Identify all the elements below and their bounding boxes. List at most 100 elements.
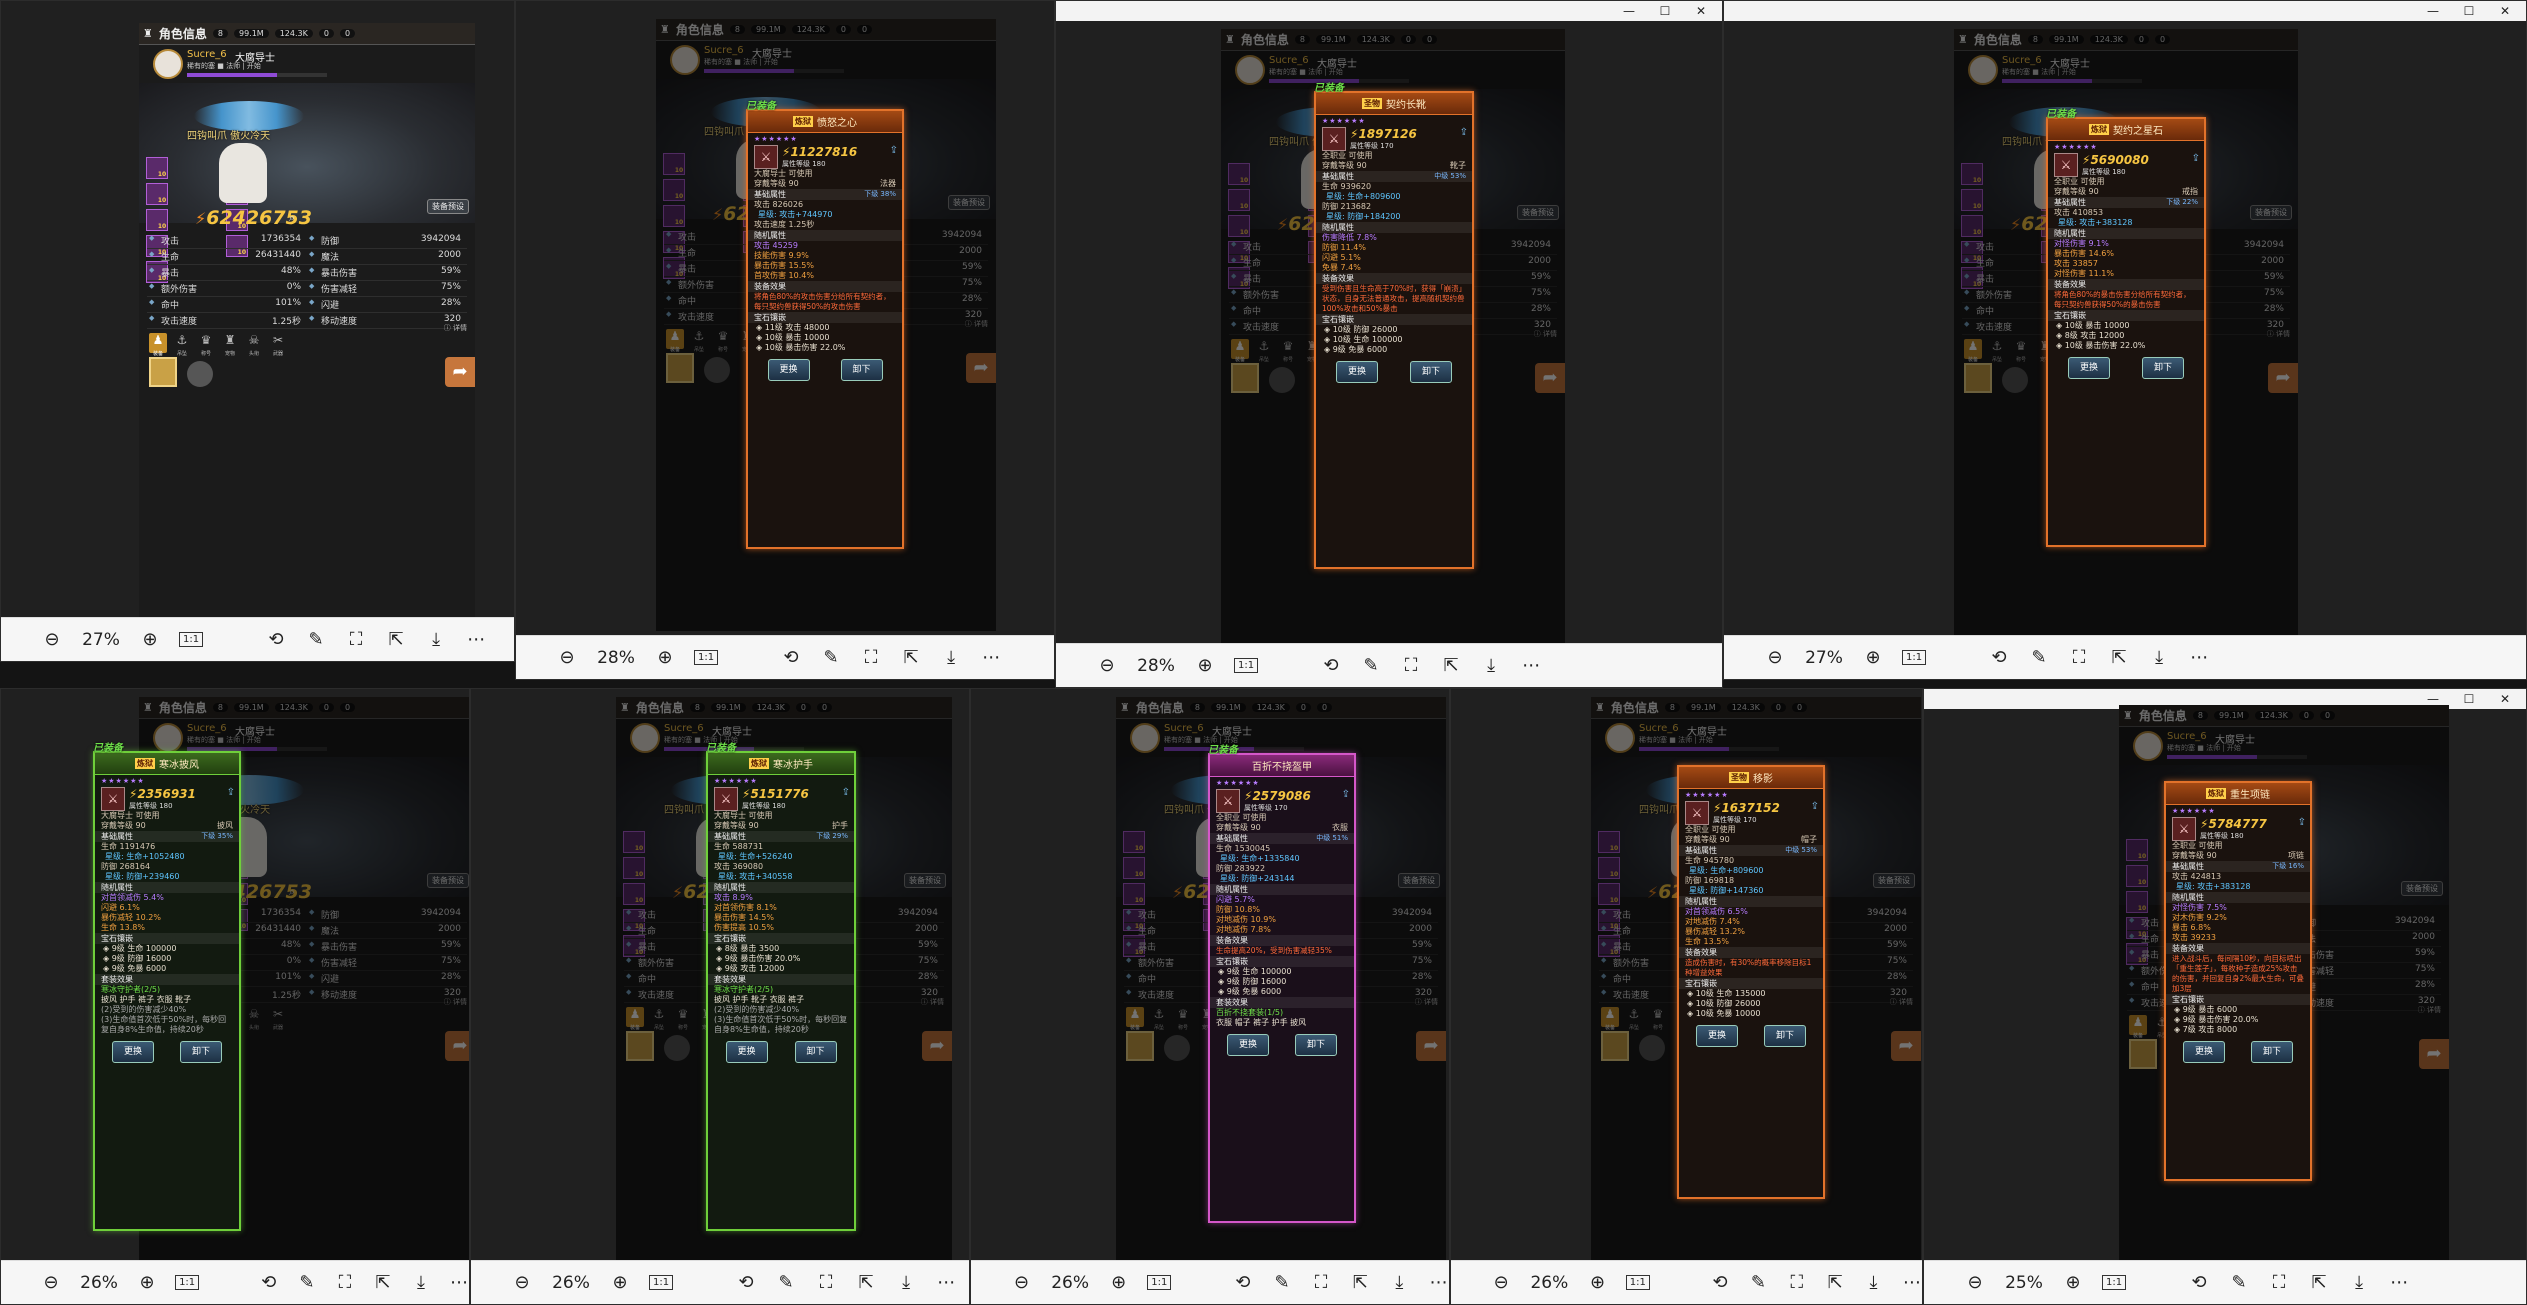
pet-slot[interactable] [149, 357, 177, 387]
rotate-icon[interactable]: ⟲ [780, 648, 802, 667]
more-icon[interactable]: ⋯ [980, 648, 1002, 667]
zoom-out-icon[interactable]: ⊖ [1764, 648, 1786, 667]
zoom-out-icon[interactable]: ⊖ [1011, 1273, 1032, 1292]
crop-icon[interactable]: ⛶ [2268, 1273, 2290, 1292]
replace-button[interactable]: 更换 [112, 1041, 154, 1063]
replace-button[interactable]: 更换 [2068, 357, 2110, 379]
edit-icon[interactable]: ✎ [820, 648, 842, 667]
replace-button[interactable]: 更换 [725, 1041, 768, 1063]
actual-size-button[interactable]: 1:1 [694, 650, 719, 665]
share-icon[interactable]: ⇪ [1342, 789, 1350, 800]
share-icon[interactable]: ⇱ [2108, 648, 2130, 667]
tab-2[interactable]: ♛称号 [197, 333, 215, 357]
share-icon[interactable]: ⇪ [2298, 817, 2306, 828]
download-icon[interactable]: ⤓ [2148, 648, 2170, 667]
rotate-icon[interactable]: ⟲ [735, 1273, 757, 1292]
unequip-button[interactable]: 卸下 [1410, 361, 1452, 383]
actual-size-button[interactable]: 1:1 [649, 1275, 674, 1290]
edit-icon[interactable]: ✎ [1271, 1273, 1292, 1292]
edit-icon[interactable]: ✎ [305, 630, 327, 649]
maximize-icon[interactable]: ☐ [1658, 4, 1672, 18]
equip-slot[interactable]: 10 [146, 209, 169, 231]
download-icon[interactable]: ⤓ [1389, 1273, 1410, 1292]
zoom-in-icon[interactable]: ⊕ [1108, 1273, 1129, 1292]
unequip-button[interactable]: 卸下 [2251, 1041, 2293, 1063]
share-icon[interactable]: ⇱ [373, 1273, 393, 1292]
share-icon[interactable]: ⇪ [2192, 153, 2200, 164]
rotate-icon[interactable]: ⟲ [259, 1273, 279, 1292]
download-icon[interactable]: ⤓ [1863, 1273, 1883, 1292]
replace-button[interactable]: 更换 [1227, 1034, 1269, 1056]
minimize-icon[interactable]: — [2426, 4, 2440, 18]
share-icon[interactable]: ⇱ [1350, 1273, 1371, 1292]
more-icon[interactable]: ⋯ [2188, 648, 2210, 667]
minimize-icon[interactable]: — [2426, 692, 2440, 706]
crop-icon[interactable]: ⛶ [860, 648, 882, 667]
rotate-icon[interactable]: ⟲ [1988, 648, 2010, 667]
share-icon[interactable]: ⇪ [1811, 801, 1819, 812]
more-icon[interactable]: ⋯ [935, 1273, 957, 1292]
maximize-icon[interactable]: ☐ [2462, 692, 2476, 706]
replace-button[interactable]: 更换 [767, 359, 810, 381]
rotate-icon[interactable]: ⟲ [1232, 1273, 1253, 1292]
unequip-button[interactable]: 卸下 [1295, 1034, 1337, 1056]
close-icon[interactable]: ✕ [2498, 4, 2512, 18]
replace-button[interactable]: 更换 [1336, 361, 1378, 383]
unequip-button[interactable]: 卸下 [794, 1041, 837, 1063]
zoom-in-icon[interactable]: ⊕ [1862, 648, 1884, 667]
crop-icon[interactable]: ⛶ [1787, 1273, 1807, 1292]
share-icon[interactable]: ⇱ [1440, 656, 1462, 675]
zoom-out-icon[interactable]: ⊖ [1096, 656, 1118, 675]
crop-icon[interactable]: ⛶ [1400, 656, 1422, 675]
crop-icon[interactable]: ⛶ [815, 1273, 837, 1292]
actual-size-button[interactable]: 1:1 [2102, 1275, 2127, 1290]
unequip-button[interactable]: 卸下 [840, 359, 883, 381]
maximize-icon[interactable]: ☐ [2462, 4, 2476, 18]
download-icon[interactable]: ⤓ [1480, 656, 1502, 675]
search-icon[interactable]: ⌕ [289, 211, 295, 225]
edit-icon[interactable]: ✎ [1360, 656, 1382, 675]
tab-3[interactable]: ♜宠物 [221, 333, 239, 357]
actual-size-button[interactable]: 1:1 [179, 632, 204, 647]
download-icon[interactable]: ⤓ [895, 1273, 917, 1292]
crop-icon[interactable]: ⛶ [345, 630, 367, 649]
share-icon[interactable]: ⇪ [842, 787, 850, 798]
share-icon[interactable]: ⇱ [2308, 1273, 2330, 1292]
tab-5[interactable]: ✂武器 [269, 333, 287, 357]
equipment-preset-button[interactable]: 装备预设 [427, 199, 469, 214]
share-icon[interactable]: ⇪ [890, 145, 898, 156]
more-icon[interactable]: ⋯ [465, 630, 487, 649]
avatar[interactable] [153, 49, 183, 79]
download-icon[interactable]: ⤓ [2348, 1273, 2370, 1292]
share-icon[interactable]: ⇱ [900, 648, 922, 667]
share-icon[interactable]: ⇱ [855, 1273, 877, 1292]
edit-icon[interactable]: ✎ [2228, 1273, 2250, 1292]
zoom-out-icon[interactable]: ⊖ [511, 1273, 533, 1292]
replace-button[interactable]: 更换 [1696, 1025, 1738, 1047]
crop-icon[interactable]: ⛶ [335, 1273, 355, 1292]
edit-icon[interactable]: ✎ [1748, 1273, 1768, 1292]
download-icon[interactable]: ⤓ [425, 630, 447, 649]
zoom-in-icon[interactable]: ⊕ [2062, 1273, 2084, 1292]
zoom-out-icon[interactable]: ⊖ [41, 630, 63, 649]
paw-icon[interactable] [187, 361, 213, 387]
zoom-in-icon[interactable]: ⊕ [609, 1273, 631, 1292]
share-icon[interactable]: ⇱ [1825, 1273, 1845, 1292]
zoom-out-icon[interactable]: ⊖ [556, 648, 578, 667]
actual-size-button[interactable]: 1:1 [1147, 1275, 1172, 1290]
zoom-out-icon[interactable]: ⊖ [1964, 1273, 1986, 1292]
share-icon[interactable]: ➦ [445, 357, 475, 387]
equip-slot[interactable]: 10 [146, 157, 169, 179]
detail-link[interactable]: ⓘ 详情 [444, 323, 467, 333]
download-icon[interactable]: ⤓ [411, 1273, 431, 1292]
zoom-in-icon[interactable]: ⊕ [1587, 1273, 1607, 1292]
tab-4[interactable]: ☠头衔 [245, 333, 263, 357]
rotate-icon[interactable]: ⟲ [2188, 1273, 2210, 1292]
rotate-icon[interactable]: ⟲ [1710, 1273, 1730, 1292]
edit-icon[interactable]: ✎ [775, 1273, 797, 1292]
crop-icon[interactable]: ⛶ [2068, 648, 2090, 667]
share-icon[interactable]: ⇱ [385, 630, 407, 649]
replace-button[interactable]: 更换 [2183, 1041, 2225, 1063]
actual-size-button[interactable]: 1:1 [175, 1275, 200, 1290]
zoom-out-icon[interactable]: ⊖ [41, 1273, 61, 1292]
